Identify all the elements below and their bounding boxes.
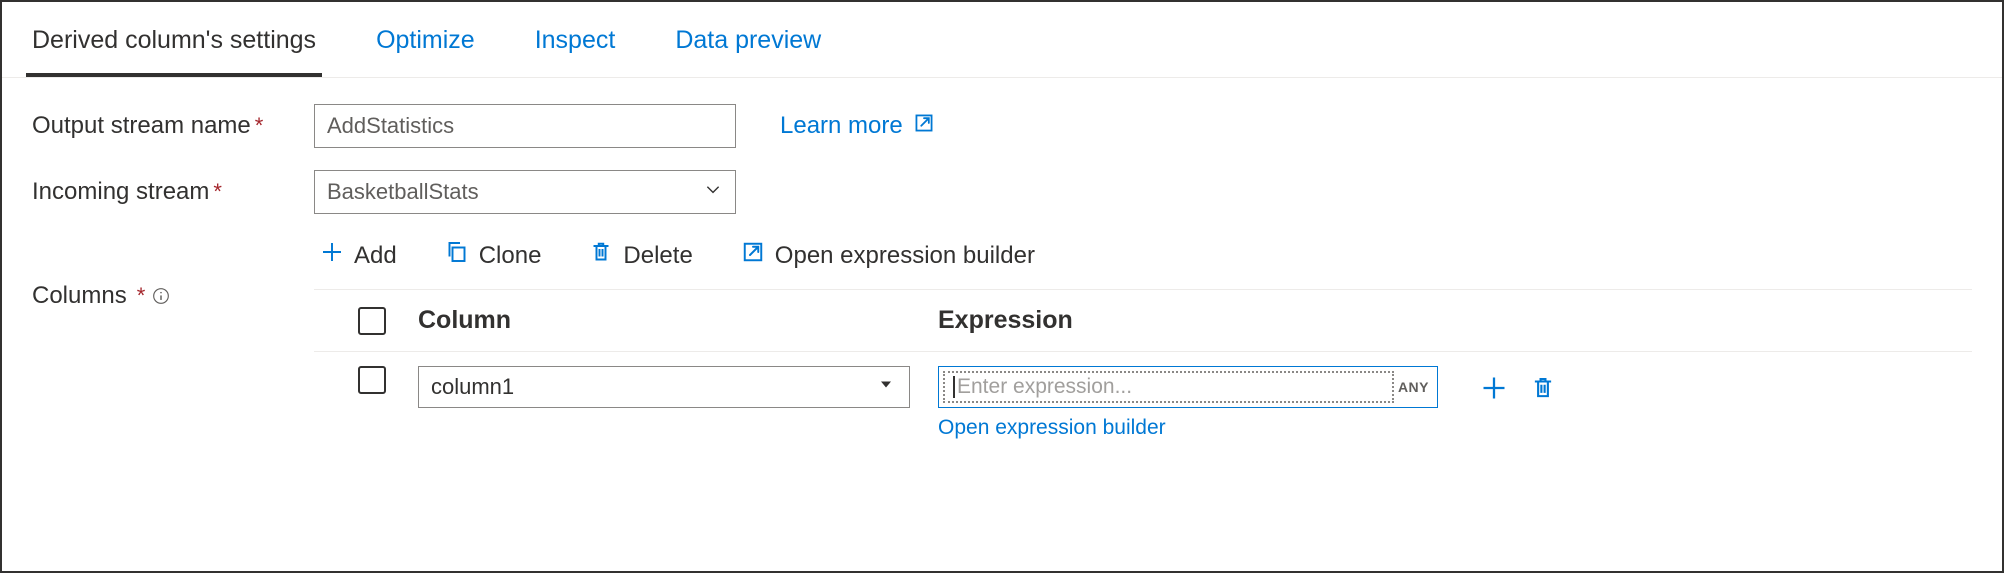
external-link-icon	[913, 112, 935, 141]
tab-bar: Derived column's settings Optimize Inspe…	[2, 2, 2002, 78]
text-cursor	[953, 376, 955, 398]
expression-input[interactable]: Enter expression... ANY	[938, 366, 1438, 408]
copy-icon	[445, 240, 469, 271]
plus-icon	[1480, 374, 1508, 405]
table-row: column1 Enter expression... ANY Open exp…	[314, 352, 1972, 440]
table-header: Column Expression	[314, 290, 1972, 351]
external-link-icon	[741, 240, 765, 271]
incoming-stream-label: Incoming stream*	[32, 178, 314, 206]
trash-icon	[1530, 375, 1556, 404]
row-checkbox[interactable]	[358, 366, 386, 394]
columns-label: Columns*	[32, 282, 171, 310]
expression-placeholder: Enter expression...	[957, 375, 1132, 399]
column-header-expression: Expression	[938, 306, 1073, 335]
plus-icon	[320, 240, 344, 271]
required-indicator: *	[213, 179, 222, 204]
column-header-column: Column	[418, 306, 938, 335]
info-icon[interactable]	[151, 286, 171, 306]
delete-row-button[interactable]	[1528, 373, 1558, 406]
learn-more-link[interactable]: Learn more	[780, 112, 935, 141]
select-all-checkbox[interactable]	[358, 307, 386, 335]
type-badge: ANY	[1394, 379, 1433, 395]
trash-icon	[589, 240, 613, 271]
column-name-select[interactable]: column1	[418, 366, 910, 408]
tab-inspect[interactable]: Inspect	[529, 16, 622, 77]
clone-button[interactable]: Clone	[443, 236, 544, 275]
incoming-stream-select[interactable]: BasketballStats	[314, 170, 736, 214]
columns-toolbar: Add Clone	[314, 236, 1972, 289]
required-indicator: *	[137, 283, 146, 309]
add-row-button[interactable]	[1478, 372, 1510, 407]
output-stream-label: Output stream name*	[32, 112, 314, 140]
open-expression-builder-button[interactable]: Open expression builder	[739, 236, 1037, 275]
caret-down-icon	[878, 376, 894, 399]
tab-derived-column-settings[interactable]: Derived column's settings	[26, 16, 322, 77]
delete-button[interactable]: Delete	[587, 236, 694, 275]
required-indicator: *	[255, 113, 264, 138]
output-stream-input[interactable]	[314, 104, 736, 148]
tab-optimize[interactable]: Optimize	[370, 16, 481, 77]
tab-data-preview[interactable]: Data preview	[669, 16, 827, 77]
add-button[interactable]: Add	[318, 236, 399, 275]
open-expression-builder-link[interactable]: Open expression builder	[938, 416, 1438, 440]
